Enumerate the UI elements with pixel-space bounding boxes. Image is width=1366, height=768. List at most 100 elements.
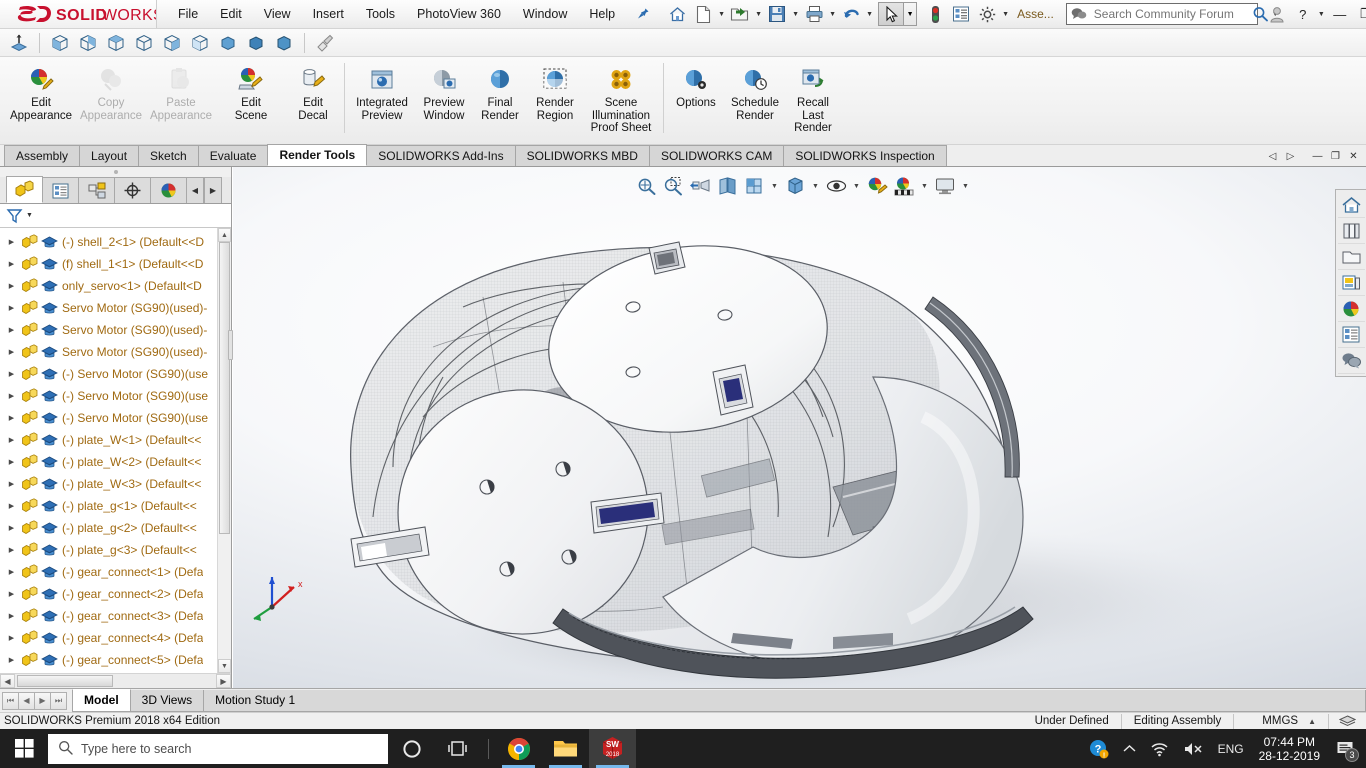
bottom-view-icon[interactable] <box>243 31 269 55</box>
menu-edit[interactable]: Edit <box>209 3 253 25</box>
minimize-button[interactable]: — <box>1327 2 1353 26</box>
google-chrome-icon[interactable] <box>495 729 542 768</box>
open-folder-dropdown-caret-icon[interactable]: ▼ <box>753 1 764 27</box>
windows-start-icon[interactable] <box>0 729 48 768</box>
feature-manager-design-tree-tab[interactable] <box>6 176 43 203</box>
select-arrow-icon[interactable] <box>878 2 905 26</box>
tree-item[interactable]: ▶ (-) gear_connect<4> (Defa <box>0 627 231 649</box>
tree-expand-arrow-icon[interactable]: ▶ <box>4 304 19 312</box>
options-dropdown-caret-icon[interactable]: ▼ <box>1000 1 1011 27</box>
help-action-needed-icon[interactable]: ?! <box>1082 729 1116 768</box>
final-render-button[interactable]: Final Render <box>473 61 527 122</box>
back-view-icon[interactable] <box>271 31 297 55</box>
select-dropdown-caret-icon[interactable]: ▼ <box>904 2 918 26</box>
bottom-tab-model[interactable]: Model <box>72 688 131 712</box>
tree-expand-arrow-icon[interactable]: ▶ <box>4 392 19 400</box>
tree-expand-arrow-icon[interactable]: ▶ <box>4 326 19 334</box>
tree-item[interactable]: ▶ Servo Motor (SG90)(used)- <box>0 341 231 363</box>
tab-solidworks-mbd[interactable]: SOLIDWORKS MBD <box>514 145 650 166</box>
tree-expand-arrow-icon[interactable]: ▶ <box>4 656 19 664</box>
tree-expand-arrow-icon[interactable]: ▶ <box>4 590 19 598</box>
paste-appearance-button[interactable]: Paste Appearance <box>146 61 216 122</box>
tree-item[interactable]: ▶ (-) gear_connect<3> (Defa <box>0 605 231 627</box>
print-dropdown-caret-icon[interactable]: ▼ <box>827 1 838 27</box>
tree-expand-arrow-icon[interactable]: ▶ <box>4 634 19 642</box>
tab-render-tools[interactable]: Render Tools <box>267 144 368 166</box>
tree-expand-arrow-icon[interactable]: ▶ <box>4 260 19 268</box>
tree-expand-arrow-icon[interactable]: ▶ <box>4 370 19 378</box>
tree-scroll-thumb[interactable] <box>219 242 230 534</box>
menu-tools[interactable]: Tools <box>355 3 406 25</box>
scene-illumination-proof-sheet-button[interactable]: Scene Illumination Proof Sheet <box>583 61 659 135</box>
file-explorer-icon[interactable] <box>542 729 589 768</box>
right-view-icon[interactable] <box>131 31 157 55</box>
funnel-filter-icon[interactable] <box>6 208 24 224</box>
spherical-robot-3d-model[interactable] <box>233 167 1366 688</box>
tree-item[interactable]: ▶ Servo Motor (SG90)(used)- <box>0 319 231 341</box>
custom-properties-icon[interactable] <box>1337 322 1365 348</box>
help-button[interactable]: ? <box>1290 2 1316 26</box>
tab-nav-last[interactable]: ⏭ <box>50 691 67 710</box>
new-document-icon[interactable] <box>690 1 716 27</box>
menu-insert[interactable]: Insert <box>302 3 355 25</box>
view-palette-icon[interactable] <box>1337 270 1365 296</box>
save-dropdown-caret-icon[interactable]: ▼ <box>790 1 801 27</box>
new-document-dropdown-caret-icon[interactable]: ▼ <box>716 1 727 27</box>
tree-item[interactable]: ▶ (-) plate_W<2> (Default<< <box>0 451 231 473</box>
save-icon[interactable] <box>764 1 790 27</box>
overlay-stack-icon[interactable] <box>1328 713 1366 729</box>
tree-hscroll-track[interactable] <box>15 674 216 688</box>
recall-last-render-button[interactable]: Recall Last Render <box>786 61 840 135</box>
document-restore-icon[interactable]: ❐ <box>1327 148 1344 165</box>
render-options-button[interactable]: Options <box>668 61 724 110</box>
community-search-box[interactable]: ▼ <box>1065 3 1279 25</box>
display-manager-tab[interactable] <box>150 177 187 203</box>
taskbar-clock[interactable]: 07:44 PM 28-12-2019 <box>1251 729 1328 768</box>
tree-item[interactable]: ▶ (f) shell_1<1> (Default<<D <box>0 253 231 275</box>
edit-scene-button[interactable]: Edit Scene <box>216 61 286 122</box>
menu-file[interactable]: File <box>167 3 209 25</box>
solidworks-resources-home-icon[interactable] <box>1337 192 1365 218</box>
tab-nav-next[interactable]: ▶ <box>34 691 51 710</box>
appearances-scenes-decals-icon[interactable] <box>1337 296 1365 322</box>
file-explorer-icon[interactable] <box>1337 244 1365 270</box>
tree-expand-arrow-icon[interactable]: ▶ <box>4 414 19 422</box>
tree-expand-arrow-icon[interactable]: ▶ <box>4 348 19 356</box>
tree-item[interactable]: ▶ (-) gear_connect<5> (Defa <box>0 649 231 671</box>
tree-horizontal-scrollbar[interactable]: ◀ ▶ <box>0 673 231 688</box>
tree-item[interactable]: ▶ (-) plate_g<3> (Default<< <box>0 539 231 561</box>
feature-tree-filter-bar[interactable]: ▼ <box>0 204 231 228</box>
language-indicator[interactable]: ENG <box>1211 729 1251 768</box>
isometric-view-icon[interactable] <box>47 31 73 55</box>
copy-appearance-button[interactable]: Copy Appearance <box>76 61 146 122</box>
volume-muted-icon[interactable] <box>1176 729 1211 768</box>
tree-item[interactable]: ▶ (-) plate_W<1> (Default<< <box>0 429 231 451</box>
print-icon[interactable] <box>801 1 827 27</box>
tree-expand-arrow-icon[interactable]: ▶ <box>4 282 19 290</box>
tree-expand-arrow-icon[interactable]: ▶ <box>4 568 19 576</box>
gear-options-icon[interactable] <box>974 1 1000 27</box>
tree-item[interactable]: ▶ (-) plate_g<2> (Default<< <box>0 517 231 539</box>
tab-solidworks-add-ins[interactable]: SOLIDWORKS Add-Ins <box>366 145 516 166</box>
tree-item[interactable]: ▶ (-) Servo Motor (SG90)(use <box>0 385 231 407</box>
tree-item[interactable]: ▶ (-) Servo Motor (SG90)(use <box>0 363 231 385</box>
tree-item[interactable]: ▶ (-) gear_connect<1> (Defa <box>0 561 231 583</box>
mate-reference-icon[interactable] <box>6 31 32 55</box>
menu-help[interactable]: Help <box>578 3 626 25</box>
user-account-icon[interactable] <box>1264 2 1290 26</box>
tree-item[interactable]: ▶ Servo Motor (SG90)(used)- <box>0 297 231 319</box>
tree-expand-arrow-icon[interactable]: ▶ <box>4 612 19 620</box>
menu-photoview-360[interactable]: PhotoView 360 <box>406 3 512 25</box>
rebuild-traffic-light-icon[interactable] <box>922 1 948 27</box>
tree-item[interactable]: ▶ (-) plate_W<3> (Default<< <box>0 473 231 495</box>
pushpin-icon[interactable] <box>634 7 652 21</box>
panel-tabs-scroll-right-icon[interactable]: ▶ <box>204 177 222 203</box>
tree-expand-arrow-icon[interactable]: ▶ <box>4 480 19 488</box>
dimetric-view-icon[interactable] <box>187 31 213 55</box>
menu-window[interactable]: Window <box>512 3 578 25</box>
property-manager-tab[interactable] <box>42 177 79 203</box>
solidworks-forum-icon[interactable] <box>1337 348 1365 374</box>
status-units-caret-icon[interactable]: ▲ <box>1298 717 1316 726</box>
filter-dropdown-caret-icon[interactable]: ▼ <box>24 212 33 219</box>
top-view-icon[interactable] <box>103 31 129 55</box>
